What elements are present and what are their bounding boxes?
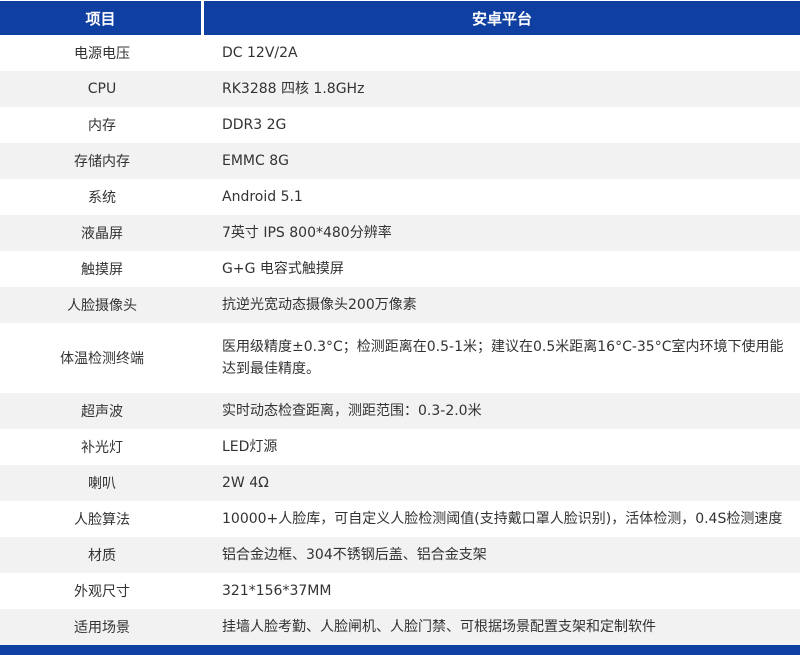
row-key: 外观尺寸 bbox=[74, 584, 130, 600]
row-value: 10000+人脸库，可自定义人脸检测阈值(支持戴口罩人脸识别)，活体检测，0.4… bbox=[222, 511, 783, 527]
row-key: 适用场景 bbox=[74, 620, 130, 636]
row-key: 存储内存 bbox=[74, 154, 130, 170]
row-value: LED灯源 bbox=[222, 439, 278, 455]
row-value: DC 12V/2A bbox=[222, 45, 298, 61]
row-key: 内存 bbox=[88, 118, 116, 134]
row-value: Android 5.1 bbox=[222, 189, 303, 205]
table-row: 内存 DDR3 2G bbox=[0, 107, 800, 143]
row-key: 体温检测终端 bbox=[60, 351, 144, 367]
table-row: 喇叭 2W 4Ω bbox=[0, 465, 800, 501]
row-key: 超声波 bbox=[81, 404, 123, 420]
table-row: CPU RK3288 四核 1.8GHz bbox=[0, 71, 800, 107]
row-value: 321*156*37MM bbox=[222, 583, 332, 599]
row-value: 铝合金边框、304不锈钢后盖、铝合金支架 bbox=[222, 547, 487, 563]
row-key: 补光灯 bbox=[81, 440, 123, 456]
table-row: 外观尺寸 321*156*37MM bbox=[0, 573, 800, 609]
table-row: 系统 Android 5.1 bbox=[0, 179, 800, 215]
row-value: 医用级精度±0.3°C；检测距离在0.5-1米；建议在0.5米距离16°C-35… bbox=[222, 339, 784, 377]
row-value: 挂墙人脸考勤、人脸闸机、人脸门禁、可根据场景配置支架和定制软件 bbox=[222, 619, 656, 635]
table-row: 超声波 实时动态检查距离，测距范围：0.3-2.0米 bbox=[0, 393, 800, 429]
row-value: EMMC 8G bbox=[222, 153, 289, 169]
row-key: 喇叭 bbox=[88, 476, 116, 492]
header-key: 项目 bbox=[85, 9, 116, 28]
row-value: 7英寸 IPS 800*480分辨率 bbox=[222, 225, 392, 241]
row-key: 系统 bbox=[88, 190, 116, 206]
row-key: 材质 bbox=[88, 548, 116, 564]
row-key: 人脸摄像头 bbox=[67, 298, 137, 314]
table-row: 液晶屏 7英寸 IPS 800*480分辨率 bbox=[0, 215, 800, 251]
spec-table: 项目 安卓平台 电源电压 DC 12V/2A CPU RK3288 四核 1.8… bbox=[0, 0, 800, 655]
table-row: 电源电压 DC 12V/2A bbox=[0, 35, 800, 71]
table-row: 人脸摄像头 抗逆光宽动态摄像头200万像素 bbox=[0, 287, 800, 323]
row-value: 抗逆光宽动态摄像头200万像素 bbox=[222, 297, 417, 313]
table-row: 补光灯 LED灯源 bbox=[0, 429, 800, 465]
row-value: DDR3 2G bbox=[222, 117, 287, 133]
row-key: CPU bbox=[87, 81, 117, 97]
row-key: 电源电压 bbox=[74, 46, 130, 62]
row-key: 触摸屏 bbox=[81, 262, 123, 278]
row-value: G+G 电容式触摸屏 bbox=[222, 261, 344, 277]
table-row: 材质 铝合金边框、304不锈钢后盖、铝合金支架 bbox=[0, 537, 800, 573]
table-row: 存储内存 EMMC 8G bbox=[0, 143, 800, 179]
table-row: 体温检测终端 医用级精度±0.3°C；检测距离在0.5-1米；建议在0.5米距离… bbox=[0, 323, 800, 393]
table-row: 人脸算法 10000+人脸库，可自定义人脸检测阈值(支持戴口罩人脸识别)，活体检… bbox=[0, 501, 800, 537]
row-key: 液晶屏 bbox=[81, 226, 123, 242]
row-value: 2W 4Ω bbox=[222, 475, 269, 491]
table-row: 触摸屏 G+G 电容式触摸屏 bbox=[0, 251, 800, 287]
row-value: RK3288 四核 1.8GHz bbox=[222, 81, 365, 97]
table-header: 项目 安卓平台 bbox=[0, 0, 800, 35]
table-row: 适用场景 挂墙人脸考勤、人脸闸机、人脸门禁、可根据场景配置支架和定制软件 bbox=[0, 609, 800, 645]
row-key: 人脸算法 bbox=[74, 512, 130, 528]
row-value: 实时动态检查距离，测距范围：0.3-2.0米 bbox=[222, 403, 482, 419]
header-value: 安卓平台 bbox=[471, 9, 532, 28]
footer-bar bbox=[0, 645, 800, 655]
